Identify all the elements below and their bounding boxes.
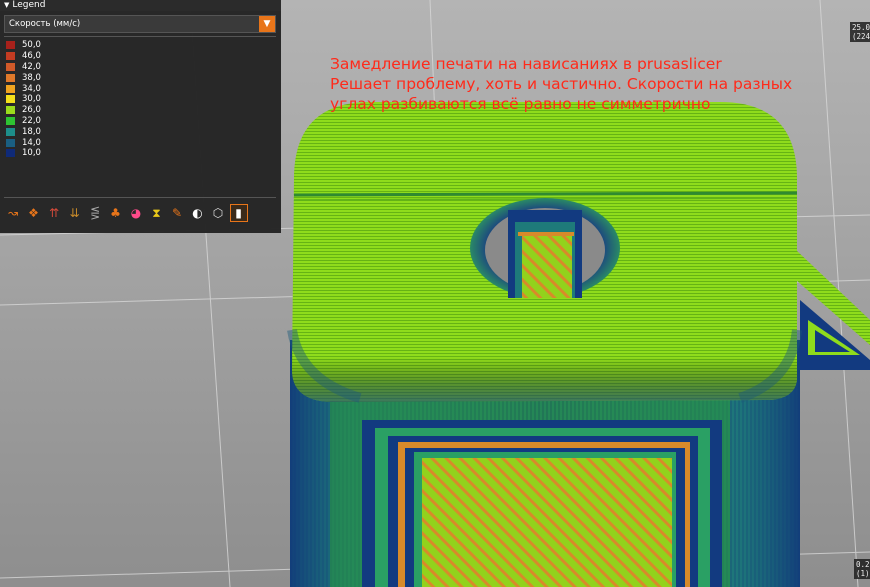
layer-slider-top-label[interactable]: 25.0 (224: [850, 22, 870, 42]
legend-title: Legend: [12, 0, 46, 10]
legend-color-swatch: [6, 106, 15, 115]
model-hole: [470, 198, 620, 298]
center-of-gravity-icon[interactable]: ◐: [189, 204, 207, 222]
legend-value: 42,0: [22, 61, 41, 72]
pause-prints-icon[interactable]: ⧗: [148, 204, 166, 222]
legend-item: 30,0: [6, 94, 41, 105]
shells-icon[interactable]: ⬡: [209, 204, 227, 222]
legend-toolbar: ↝ ❖ ⇈ ⇊ ⋚ ♣ ◕ ⧗ ✎ ◐ ⬡ ▮: [4, 204, 250, 222]
model-lower-infill: [362, 420, 722, 587]
divider: [4, 197, 276, 198]
legend-value: 34,0: [22, 83, 41, 94]
wipe-icon[interactable]: ❖: [25, 204, 43, 222]
slider-bottom-layer: (1): [856, 569, 870, 578]
annotation-line: углах разбиваются всё равно не симметрич…: [330, 95, 711, 113]
legend-value: 22,0: [22, 115, 41, 126]
legend-header[interactable]: ▼ Legend: [0, 0, 281, 11]
legend-color-swatch: [6, 138, 15, 147]
legend-item: 18,0: [6, 126, 41, 137]
legend-color-swatch: [6, 73, 15, 82]
tool-marker-icon[interactable]: ▮: [229, 204, 248, 222]
legend-color-swatch: [6, 52, 15, 61]
collapse-triangle-icon[interactable]: ▼: [4, 1, 9, 9]
legend-item: 50,0: [6, 40, 41, 51]
legend-item: 42,0: [6, 62, 41, 73]
legend-value: 10,0: [22, 148, 41, 159]
travel-icon[interactable]: ↝: [4, 204, 22, 222]
annotation-line: Замедление печати на нависаниях в prusas…: [330, 55, 722, 73]
deretractions-icon[interactable]: ⇊: [66, 204, 84, 222]
legend-color-swatch: [6, 116, 15, 125]
legend-color-swatch: [6, 62, 15, 71]
legend-item: 22,0: [6, 116, 41, 127]
legend-color-swatch: [6, 127, 15, 136]
slider-bottom-height: 0.2: [856, 560, 870, 569]
legend-value: 18,0: [22, 126, 41, 137]
legend-value: 46,0: [22, 51, 41, 62]
legend-item: 46,0: [6, 51, 41, 62]
legend-panel: ▼ Legend Скорость (мм/с) ▼ 50,0 46,0 42,0 38…: [0, 0, 281, 233]
layer-slider-bottom-label[interactable]: 0.2 (1): [854, 559, 870, 579]
3d-preview-viewport[interactable]: 25.0 (224 0.2 (1) Замедление печати на н…: [0, 0, 870, 587]
legend-color-swatch: [6, 149, 15, 158]
annotation-text: Замедление печати на нависаниях в prusas…: [330, 54, 792, 114]
legend-value: 38,0: [22, 72, 41, 83]
tool-changes-icon[interactable]: ♣: [107, 204, 125, 222]
slider-top-height: 25.0: [852, 23, 870, 32]
annotation-line: Решает проблему, хоть и частично. Скорос…: [330, 75, 793, 93]
retractions-icon[interactable]: ⇈: [45, 204, 63, 222]
legend-color-swatch: [6, 41, 15, 50]
legend-value: 30,0: [22, 94, 41, 105]
legend-item: 26,0: [6, 105, 41, 116]
legend-item: 10,0: [6, 148, 41, 159]
custom-gcodes-icon[interactable]: ✎: [168, 204, 186, 222]
legend-color-swatch: [6, 84, 15, 93]
legend-value: 50,0: [22, 40, 41, 51]
color-changes-icon[interactable]: ◕: [127, 204, 145, 222]
legend-value: 26,0: [22, 105, 41, 116]
legend-color-swatch: [6, 95, 15, 104]
dropdown-arrow-icon[interactable]: ▼: [259, 16, 275, 32]
legend-item: 38,0: [6, 72, 41, 83]
legend-item: 14,0: [6, 137, 41, 148]
view-type-select[interactable]: Скорость (мм/с) ▼: [4, 15, 276, 33]
legend-items: 50,0 46,0 42,0 38,0 34,0 30,0 26,0 22,0 18,0 14,0…: [6, 40, 41, 159]
view-type-value: Скорость (мм/с): [9, 19, 81, 29]
slider-top-layer: (224: [852, 32, 870, 41]
legend-value: 14,0: [22, 137, 41, 148]
seams-icon[interactable]: ⋚: [86, 204, 104, 222]
legend-item: 34,0: [6, 83, 41, 94]
divider: [4, 36, 276, 37]
